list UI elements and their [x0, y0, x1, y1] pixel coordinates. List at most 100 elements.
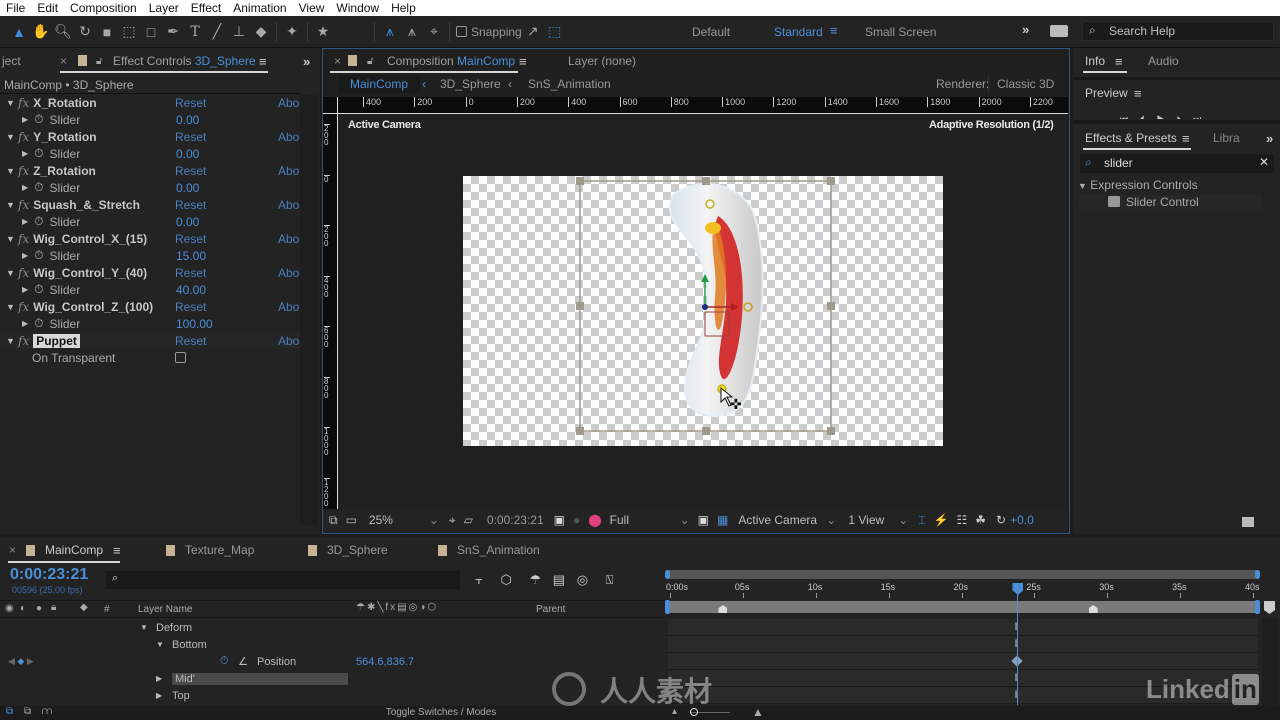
menu-effect[interactable]: Effect: [185, 1, 227, 15]
layer-name-header[interactable]: Layer Name: [138, 604, 192, 615]
local-axis-mode-icon[interactable]: ⩚: [379, 21, 401, 43]
expand-panels-icon[interactable]: »: [1266, 131, 1273, 146]
timeline-tab[interactable]: SnS_Animation: [438, 543, 540, 557]
workspace-small-screen[interactable]: Small Screen: [865, 25, 936, 39]
expand-triangle-icon[interactable]: ▼: [6, 268, 16, 278]
timeline-icon[interactable]: ☷: [957, 513, 968, 527]
close-icon[interactable]: ×: [9, 543, 16, 557]
rectangle-tool-icon[interactable]: □: [140, 21, 162, 43]
expand-triangle-icon[interactable]: ▶: [22, 183, 28, 192]
panel-menu-icon[interactable]: ≡: [1115, 54, 1123, 69]
horizontal-ruler[interactable]: [338, 97, 1068, 114]
reset-link[interactable]: Reset: [175, 266, 206, 280]
about-link[interactable]: Abo: [278, 334, 299, 348]
expand-triangle-icon[interactable]: ▼: [6, 336, 16, 346]
flow-3d-sphere[interactable]: 3D_Sphere: [440, 77, 501, 91]
reset-exposure-icon[interactable]: ↻: [996, 513, 1006, 527]
pen-tool-icon[interactable]: ✒: [162, 21, 184, 43]
fx-icon[interactable]: fx: [18, 334, 29, 348]
toggle-pixel-aspect-icon[interactable]: ⌶: [918, 513, 925, 528]
fx-icon[interactable]: fx: [18, 300, 29, 314]
camera-tool-icon[interactable]: ■: [96, 21, 118, 43]
param-value[interactable]: 40.00: [176, 283, 206, 297]
about-link[interactable]: Abo: [278, 232, 299, 246]
timeline-scrollbar[interactable]: [1262, 618, 1278, 708]
zoom-tool-icon[interactable]: 🔍︎: [52, 21, 74, 43]
panel-grip-icon[interactable]: [1242, 517, 1254, 527]
about-link[interactable]: Abo: [278, 130, 299, 144]
about-link[interactable]: Abo: [278, 198, 299, 212]
toggle-switches-modes[interactable]: Toggle Switches / Modes: [353, 707, 529, 718]
expand-triangle-icon[interactable]: ▶: [22, 251, 28, 260]
renderer-button[interactable]: Classic 3D: [988, 75, 1062, 93]
ruler-origin[interactable]: [323, 97, 338, 114]
stopwatch-icon[interactable]: ⏱︎: [34, 248, 43, 263]
expand-triangle-icon[interactable]: ▶: [22, 149, 28, 158]
snapping-checkbox[interactable]: [456, 26, 467, 37]
layer-tab[interactable]: Layer (none): [568, 54, 636, 68]
more-workspaces-icon[interactable]: »: [1022, 22, 1029, 37]
sync-settings-icon[interactable]: [1050, 25, 1068, 37]
expand-triangle-icon[interactable]: ▼: [6, 302, 16, 312]
expand-triangle-icon[interactable]: ▼: [6, 166, 16, 176]
reset-link[interactable]: Reset: [175, 300, 206, 314]
navigator-start-handle[interactable]: [665, 570, 670, 579]
timeline-tab[interactable]: Texture_Map: [166, 543, 254, 557]
menu-animation[interactable]: Animation: [227, 1, 292, 15]
zoom-in-icon[interactable]: ▲: [752, 705, 764, 719]
clone-stamp-tool-icon[interactable]: ⊥: [228, 21, 250, 43]
color-channel-icon[interactable]: ⬤: [588, 513, 601, 527]
fast-previews-icon[interactable]: ⚡: [934, 513, 949, 527]
timeline-timecode[interactable]: 0:00:23:21: [10, 566, 88, 584]
menu-composition[interactable]: Composition: [64, 1, 143, 15]
panel-menu-icon[interactable]: ≡: [1182, 131, 1190, 146]
panel-menu-icon[interactable]: ≡: [113, 543, 121, 558]
work-area-start[interactable]: [665, 600, 670, 614]
work-area-bar[interactable]: [666, 601, 1260, 613]
preview-controls[interactable]: ⏮⏴▶⏵⏭: [1120, 114, 1230, 119]
region-of-interest-icon[interactable]: ▣: [698, 513, 709, 527]
composition-tab[interactable]: Composition MainComp: [387, 54, 515, 68]
view-layout-dropdown[interactable]: 1 View ⌄: [848, 513, 908, 527]
clear-search-icon[interactable]: ✕: [1259, 155, 1269, 169]
param-value[interactable]: 0.00: [176, 147, 199, 161]
about-link[interactable]: Abo: [278, 164, 299, 178]
effect-item[interactable]: ▼ fx X_Rotation Reset Abo: [0, 94, 300, 111]
panel-menu-icon[interactable]: ≡: [259, 54, 267, 69]
puppet-pin-tool-icon[interactable]: ★: [312, 21, 334, 43]
expand-triangle-icon[interactable]: ▶: [156, 691, 162, 700]
reset-link[interactable]: Reset: [175, 96, 206, 110]
about-link[interactable]: Abo: [278, 300, 299, 314]
expand-triangle-icon[interactable]: ▶: [22, 115, 28, 124]
snap-edges-icon[interactable]: ↗: [522, 21, 544, 43]
stopwatch-icon[interactable]: ⏱︎: [34, 146, 43, 161]
tab-effects-presets[interactable]: Effects & Presets: [1085, 131, 1177, 145]
fx-icon[interactable]: fx: [18, 130, 29, 144]
camera-view-dropdown[interactable]: Active Camera ⌄: [738, 513, 836, 527]
about-link[interactable]: Abo: [278, 266, 299, 280]
tab-libraries[interactable]: Libra: [1213, 131, 1240, 145]
workspace-standard[interactable]: Standard: [774, 25, 823, 39]
expand-triangle-icon[interactable]: ▶: [22, 319, 28, 328]
param-value[interactable]: 0.00: [176, 113, 199, 127]
snap-features-icon[interactable]: ⬚: [544, 21, 566, 43]
effect-item[interactable]: ▼ fx Wig_Control_Y_(40) Reset Abo: [0, 264, 300, 281]
stopwatch-icon[interactable]: ⏱︎: [34, 180, 43, 195]
stopwatch-icon[interactable]: ⏱︎: [34, 316, 43, 331]
lock-switch-icon[interactable]: 🔒︎: [51, 602, 56, 613]
expand-triangle-icon[interactable]: ▼: [156, 640, 164, 649]
expand-triangle-icon[interactable]: ▶: [156, 674, 162, 683]
work-area-end[interactable]: [1255, 600, 1260, 614]
stopwatch-icon[interactable]: ⏱︎: [34, 214, 43, 229]
expression-controls-category[interactable]: ▼ Expression Controls: [1078, 178, 1198, 192]
motion-blur-icon[interactable]: ◎: [577, 572, 588, 587]
fx-icon[interactable]: fx: [18, 164, 29, 178]
transparency-grid-icon[interactable]: ▦: [717, 513, 728, 527]
fx-icon[interactable]: fx: [18, 198, 29, 212]
fx-icon[interactable]: fx: [18, 232, 29, 246]
timeline-tab[interactable]: 3D_Sphere: [308, 543, 388, 557]
property-value[interactable]: 564.6,836.7: [356, 656, 414, 668]
fx-icon[interactable]: fx: [18, 266, 29, 280]
expand-triangle-icon[interactable]: ▼: [6, 98, 16, 108]
type-tool-icon[interactable]: T: [184, 21, 206, 43]
